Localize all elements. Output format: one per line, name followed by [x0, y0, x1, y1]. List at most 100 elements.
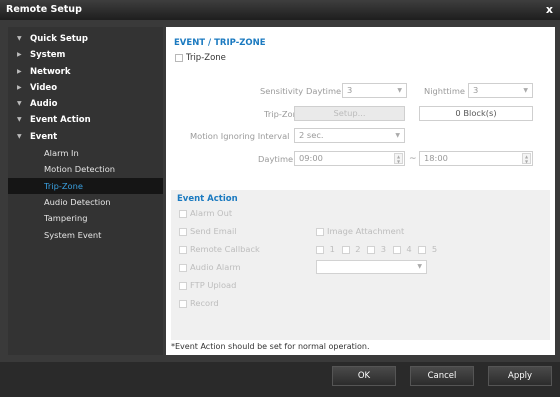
ok-button[interactable]: OK [332, 366, 396, 386]
alarm-out-checkbox[interactable] [179, 209, 187, 218]
callback-4-label: 4 [406, 244, 412, 254]
chevron-down-icon: ▼ [395, 132, 400, 139]
nighttime-sensitivity-label: Nighttime [424, 86, 466, 96]
chevron-down-icon: ▼ [523, 87, 528, 94]
sidebar-subitem-tampering[interactable]: Tampering [8, 210, 163, 226]
sidebar-item-event[interactable]: ▼ Event [8, 129, 163, 145]
callback-5-label: 5 [431, 244, 438, 254]
callback-3-checkbox[interactable] [367, 245, 376, 254]
event-action-title: Event Action [177, 194, 238, 204]
alarm-out-row: Alarm Out [179, 208, 232, 218]
sidebar-subitem-alarm-in[interactable]: Alarm In [8, 145, 163, 161]
audio-alarm-row: Audio Alarm [179, 262, 241, 272]
collapse-arrow-icon: ▶ [17, 67, 22, 75]
remote-setup-window: Remote Setup x ▼ Quick Setup ▶ System ▶ … [0, 0, 560, 397]
callback-3-label: 3 [380, 244, 387, 254]
collapse-arrow-icon: ▶ [17, 83, 22, 91]
sidebar-item-audio[interactable]: ▼ Audio [8, 96, 163, 112]
alarm-out-label: Alarm Out [190, 208, 233, 218]
send-email-row: Send Email [179, 226, 237, 236]
remote-callback-label: Remote Callback [190, 244, 260, 254]
audio-alarm-select[interactable]: ▼ [316, 260, 427, 274]
title-bar: Remote Setup x [0, 0, 560, 20]
action-bar: OK Cancel Apply [0, 362, 560, 397]
collapse-arrow-icon: ▶ [17, 51, 22, 59]
image-attachment-label: Image Attachment [327, 226, 405, 236]
chevron-down-icon: ▼ [397, 87, 402, 94]
sidebar-item-label: Audio [30, 99, 58, 110]
range-separator: ~ [409, 154, 417, 164]
sidebar-item-video[interactable]: ▶ Video [8, 80, 163, 96]
expand-arrow-icon: ▼ [17, 100, 22, 108]
cancel-button[interactable]: Cancel [410, 366, 474, 386]
sidebar-item-label: Event [30, 131, 58, 142]
sidebar-item-label: Video [30, 82, 58, 93]
sidebar-item-label: Network [30, 66, 71, 77]
daytime-sensitivity-select[interactable]: 3 ▼ [342, 83, 407, 98]
sidebar-item-system[interactable]: ▶ System [8, 47, 163, 63]
record-checkbox[interactable] [179, 299, 187, 308]
callback-2-checkbox[interactable] [341, 245, 350, 254]
sidebar-item-event-action[interactable]: ▼ Event Action [8, 112, 163, 128]
expand-arrow-icon: ▼ [17, 132, 22, 140]
remote-callback-checkbox[interactable] [179, 245, 187, 254]
motion-ignoring-interval-value: 2 sec. [299, 130, 324, 140]
event-action-panel: Event Action Alarm Out Send Email Image … [171, 190, 550, 340]
callback-1-label: 1 [329, 244, 335, 254]
spinner-icon[interactable]: ▲ ▼ [394, 153, 403, 164]
page-title: EVENT / TRIP-ZONE [174, 38, 266, 48]
callback-5-checkbox[interactable] [418, 245, 427, 254]
sidebar-item-label: System [30, 50, 66, 61]
motion-ignoring-interval-select[interactable]: 2 sec. ▼ [294, 128, 405, 143]
callback-numbers-row: 1 2 3 4 5 [316, 244, 441, 254]
audio-alarm-checkbox[interactable] [179, 263, 187, 272]
sidebar-subitem-audio-detection[interactable]: Audio Detection [8, 194, 163, 210]
settings-panel: EVENT / TRIP-ZONE Trip-Zone Sensitivity … [166, 27, 555, 355]
sidebar-item-label: Event Action [30, 115, 91, 126]
event-action-footnote: *Event Action should be set for normal o… [171, 342, 370, 351]
sidebar-subitem-trip-zone[interactable]: Trip-Zone [8, 177, 163, 194]
tripzone-enable-label: Trip-Zone [186, 53, 226, 63]
sidebar-subitem-motion-detection[interactable]: Motion Detection [8, 161, 163, 177]
chevron-down-icon: ▼ [417, 263, 422, 270]
send-email-checkbox[interactable] [179, 227, 187, 236]
callback-1-checkbox[interactable] [316, 245, 324, 254]
daytime-sensitivity-label: Daytime [306, 86, 342, 96]
daytime-range-label: Daytime [258, 154, 294, 164]
expand-arrow-icon: ▼ [17, 35, 22, 42]
image-attachment-checkbox[interactable] [316, 227, 324, 236]
motion-ignoring-interval-label: Motion Ignoring Interval [190, 131, 290, 141]
audio-alarm-label: Audio Alarm [190, 262, 241, 272]
record-label: Record [190, 298, 219, 308]
close-icon[interactable]: x [546, 0, 553, 20]
callback-2-label: 2 [355, 244, 361, 254]
sensitivity-label: Sensitivity [260, 86, 304, 96]
apply-button[interactable]: Apply [488, 366, 552, 386]
record-row: Record [179, 298, 219, 308]
sidebar-item-network[interactable]: ▶ Network [8, 64, 163, 80]
nighttime-sensitivity-select[interactable]: 3 ▼ [468, 83, 533, 98]
daytime-start-field[interactable]: 09:00 ▲ ▼ [294, 151, 405, 166]
sidebar-subitem-system-event[interactable]: System Event [8, 227, 163, 243]
remote-callback-row: Remote Callback [179, 244, 260, 254]
expand-arrow-icon: ▼ [17, 116, 22, 124]
callback-4-checkbox[interactable] [392, 245, 401, 254]
sidebar-item-quick-setup[interactable]: ▼ Quick Setup [8, 31, 163, 47]
ftp-upload-checkbox[interactable] [179, 281, 187, 290]
tripzone-setup-button[interactable]: Setup... [294, 106, 405, 121]
block-count-display: 0 Block(s) [419, 106, 533, 121]
ftp-upload-row: FTP Upload [179, 280, 236, 290]
tripzone-enable-checkbox[interactable] [175, 54, 183, 62]
daytime-end-value: 18:00 [424, 153, 448, 163]
daytime-end-field[interactable]: 18:00 ▲ ▼ [419, 151, 533, 166]
send-email-label: Send Email [190, 226, 237, 236]
sidebar-item-label: Quick Setup [30, 34, 88, 44]
daytime-start-value: 09:00 [299, 153, 323, 163]
daytime-sensitivity-value: 3 [347, 85, 353, 95]
window-title: Remote Setup [6, 4, 82, 15]
sidebar: ▼ Quick Setup ▶ System ▶ Network ▶ Video… [8, 27, 163, 355]
image-attachment-row: Image Attachment [316, 226, 404, 236]
spinner-icon[interactable]: ▲ ▼ [522, 153, 531, 164]
nighttime-sensitivity-value: 3 [473, 85, 479, 95]
ftp-upload-label: FTP Upload [190, 280, 237, 290]
